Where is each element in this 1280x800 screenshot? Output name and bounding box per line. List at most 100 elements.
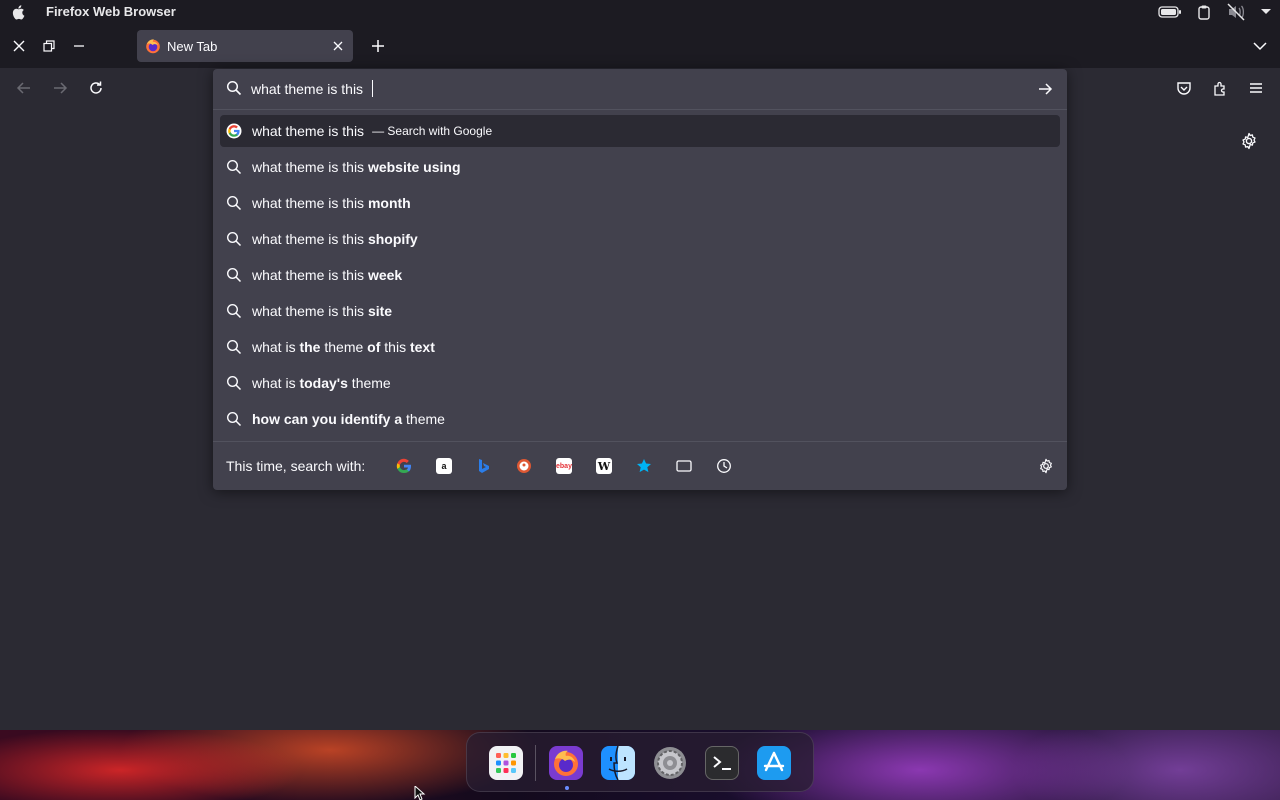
- search-icon: [226, 267, 242, 283]
- result-action-label: — Search with Google: [372, 124, 493, 138]
- tabs-icon[interactable]: [676, 458, 692, 474]
- wikipedia-icon[interactable]: W: [596, 458, 612, 474]
- battery-icon[interactable]: [1158, 5, 1182, 19]
- google-icon[interactable]: [396, 458, 412, 474]
- close-window-icon[interactable]: [11, 38, 27, 54]
- finder-icon[interactable]: [601, 745, 635, 781]
- bookmarks-star-icon[interactable]: [636, 458, 652, 474]
- result-text-part: the: [299, 339, 321, 355]
- system-settings-icon[interactable]: [653, 746, 687, 780]
- urlbar-result-text: what is today's theme: [252, 375, 391, 391]
- urlbar-result-row[interactable]: what theme is this — Search with Google: [220, 115, 1060, 147]
- running-indicator: [565, 786, 569, 790]
- firefox-icon[interactable]: [549, 746, 583, 780]
- tab-title: New Tab: [167, 38, 218, 54]
- urlbar-result-text: what theme is this shopify: [252, 231, 418, 247]
- terminal-icon[interactable]: [705, 746, 739, 780]
- search-icon: [226, 195, 242, 211]
- urlbar-input[interactable]: [251, 79, 1021, 99]
- history-clock-icon[interactable]: [716, 458, 732, 474]
- result-text-part: of: [367, 339, 381, 355]
- status-tray: [1158, 2, 1272, 22]
- text-caret: [372, 80, 373, 97]
- urlbar-result-row[interactable]: what is the theme of this text: [220, 329, 1060, 365]
- urlbar-result-row[interactable]: what theme is this shopify: [220, 221, 1060, 257]
- urlbar-input-row: [213, 69, 1067, 109]
- result-text-part: this: [380, 339, 410, 355]
- duckduckgo-icon[interactable]: [516, 458, 532, 474]
- search-icon: [226, 339, 242, 355]
- chevron-down-icon[interactable]: [1260, 8, 1272, 16]
- result-text-part: week: [367, 267, 403, 283]
- search-icon: [226, 303, 242, 319]
- urlbar-popup: what theme is this— Search with Googlewh…: [213, 69, 1067, 490]
- urlbar-result-row[interactable]: what theme is this month: [220, 185, 1060, 221]
- google-icon: [226, 123, 242, 139]
- one-off-label: This time, search with:: [226, 458, 366, 474]
- close-tab-icon[interactable]: [330, 38, 346, 54]
- app-store-icon[interactable]: [757, 746, 791, 780]
- volume-muted-icon[interactable]: [1226, 3, 1246, 21]
- result-text-part: website using: [367, 159, 461, 175]
- clipboard-icon[interactable]: [1196, 4, 1212, 20]
- reload-icon[interactable]: [88, 80, 104, 96]
- urlbar-result-text: how can you identify a theme: [252, 411, 445, 427]
- go-arrow-icon[interactable]: [1037, 81, 1053, 97]
- tab-new-tab[interactable]: New Tab: [137, 30, 353, 62]
- urlbar-result-row[interactable]: what is today's theme: [220, 365, 1060, 401]
- list-all-tabs-chevron-icon[interactable]: [1252, 38, 1268, 54]
- urlbar-result-row[interactable]: what theme is this week: [220, 257, 1060, 293]
- urlbar-result-text: what theme is this website using: [252, 159, 461, 175]
- result-text-part: what theme is this: [252, 267, 368, 283]
- ebay-icon[interactable]: ebay: [556, 458, 572, 474]
- result-text-part: text: [409, 339, 435, 355]
- new-tab-plus-icon[interactable]: [370, 38, 386, 54]
- hamburger-menu-icon[interactable]: [1248, 80, 1264, 96]
- result-text-part: what is: [252, 339, 300, 355]
- urlbar-results: what theme is this — Search with Google wh…: [220, 115, 1060, 437]
- customize-settings-gear-icon[interactable]: [1240, 132, 1258, 150]
- tab-strip: New Tab: [0, 24, 1280, 68]
- urlbar-result-row[interactable]: what theme is this website using: [220, 149, 1060, 185]
- back-arrow-icon[interactable]: [16, 80, 32, 96]
- dock: [466, 732, 814, 792]
- urlbar-result-text: what is the theme of this text: [252, 339, 435, 355]
- urlbar-result-row[interactable]: how can you identify a theme: [220, 401, 1060, 437]
- search-icon: [226, 411, 242, 427]
- apple-logo-icon[interactable]: [10, 3, 28, 21]
- result-text-part: what theme is this: [252, 231, 368, 247]
- restore-window-icon[interactable]: [41, 38, 57, 54]
- minimize-window-icon[interactable]: [71, 38, 87, 54]
- firefox-icon: [146, 39, 160, 54]
- urlbar-result-text: what theme is this: [252, 123, 364, 139]
- urlbar-result-text: what theme is this month: [252, 195, 411, 211]
- forward-arrow-icon[interactable]: [52, 80, 68, 96]
- search-icon: [226, 231, 242, 247]
- result-text-part: theme: [347, 375, 391, 391]
- result-text-part: month: [367, 195, 411, 211]
- urlbar-result-row[interactable]: what theme is this site: [220, 293, 1060, 329]
- result-text-part: theme: [320, 339, 368, 355]
- result-text-part: today's: [299, 375, 348, 391]
- search-icon: [226, 375, 242, 391]
- result-text-part: shopify: [367, 231, 418, 247]
- divider: [213, 109, 1067, 110]
- mouse-cursor-icon: [414, 786, 426, 800]
- search-settings-gear-icon[interactable]: [1038, 458, 1054, 474]
- bing-icon[interactable]: [476, 458, 492, 474]
- extensions-puzzle-icon[interactable]: [1212, 80, 1228, 96]
- pocket-icon[interactable]: [1176, 80, 1192, 96]
- result-text-part: how can you identify a: [252, 411, 403, 427]
- one-off-search-bar: This time, search with: a ebay W: [213, 442, 1067, 490]
- amazon-icon[interactable]: a: [436, 458, 452, 474]
- urlbar-result-text: what theme is this site: [252, 303, 392, 319]
- result-text-part: what theme is this: [252, 159, 368, 175]
- result-text-part: site: [367, 303, 393, 319]
- dock-divider: [535, 745, 536, 781]
- launchpad-icon[interactable]: [489, 746, 523, 780]
- active-app-name[interactable]: Firefox Web Browser: [46, 4, 176, 19]
- menu-bar: Firefox Web Browser: [0, 0, 1280, 24]
- result-text-part: theme: [402, 411, 445, 427]
- search-icon: [226, 80, 242, 96]
- search-icon: [226, 159, 242, 175]
